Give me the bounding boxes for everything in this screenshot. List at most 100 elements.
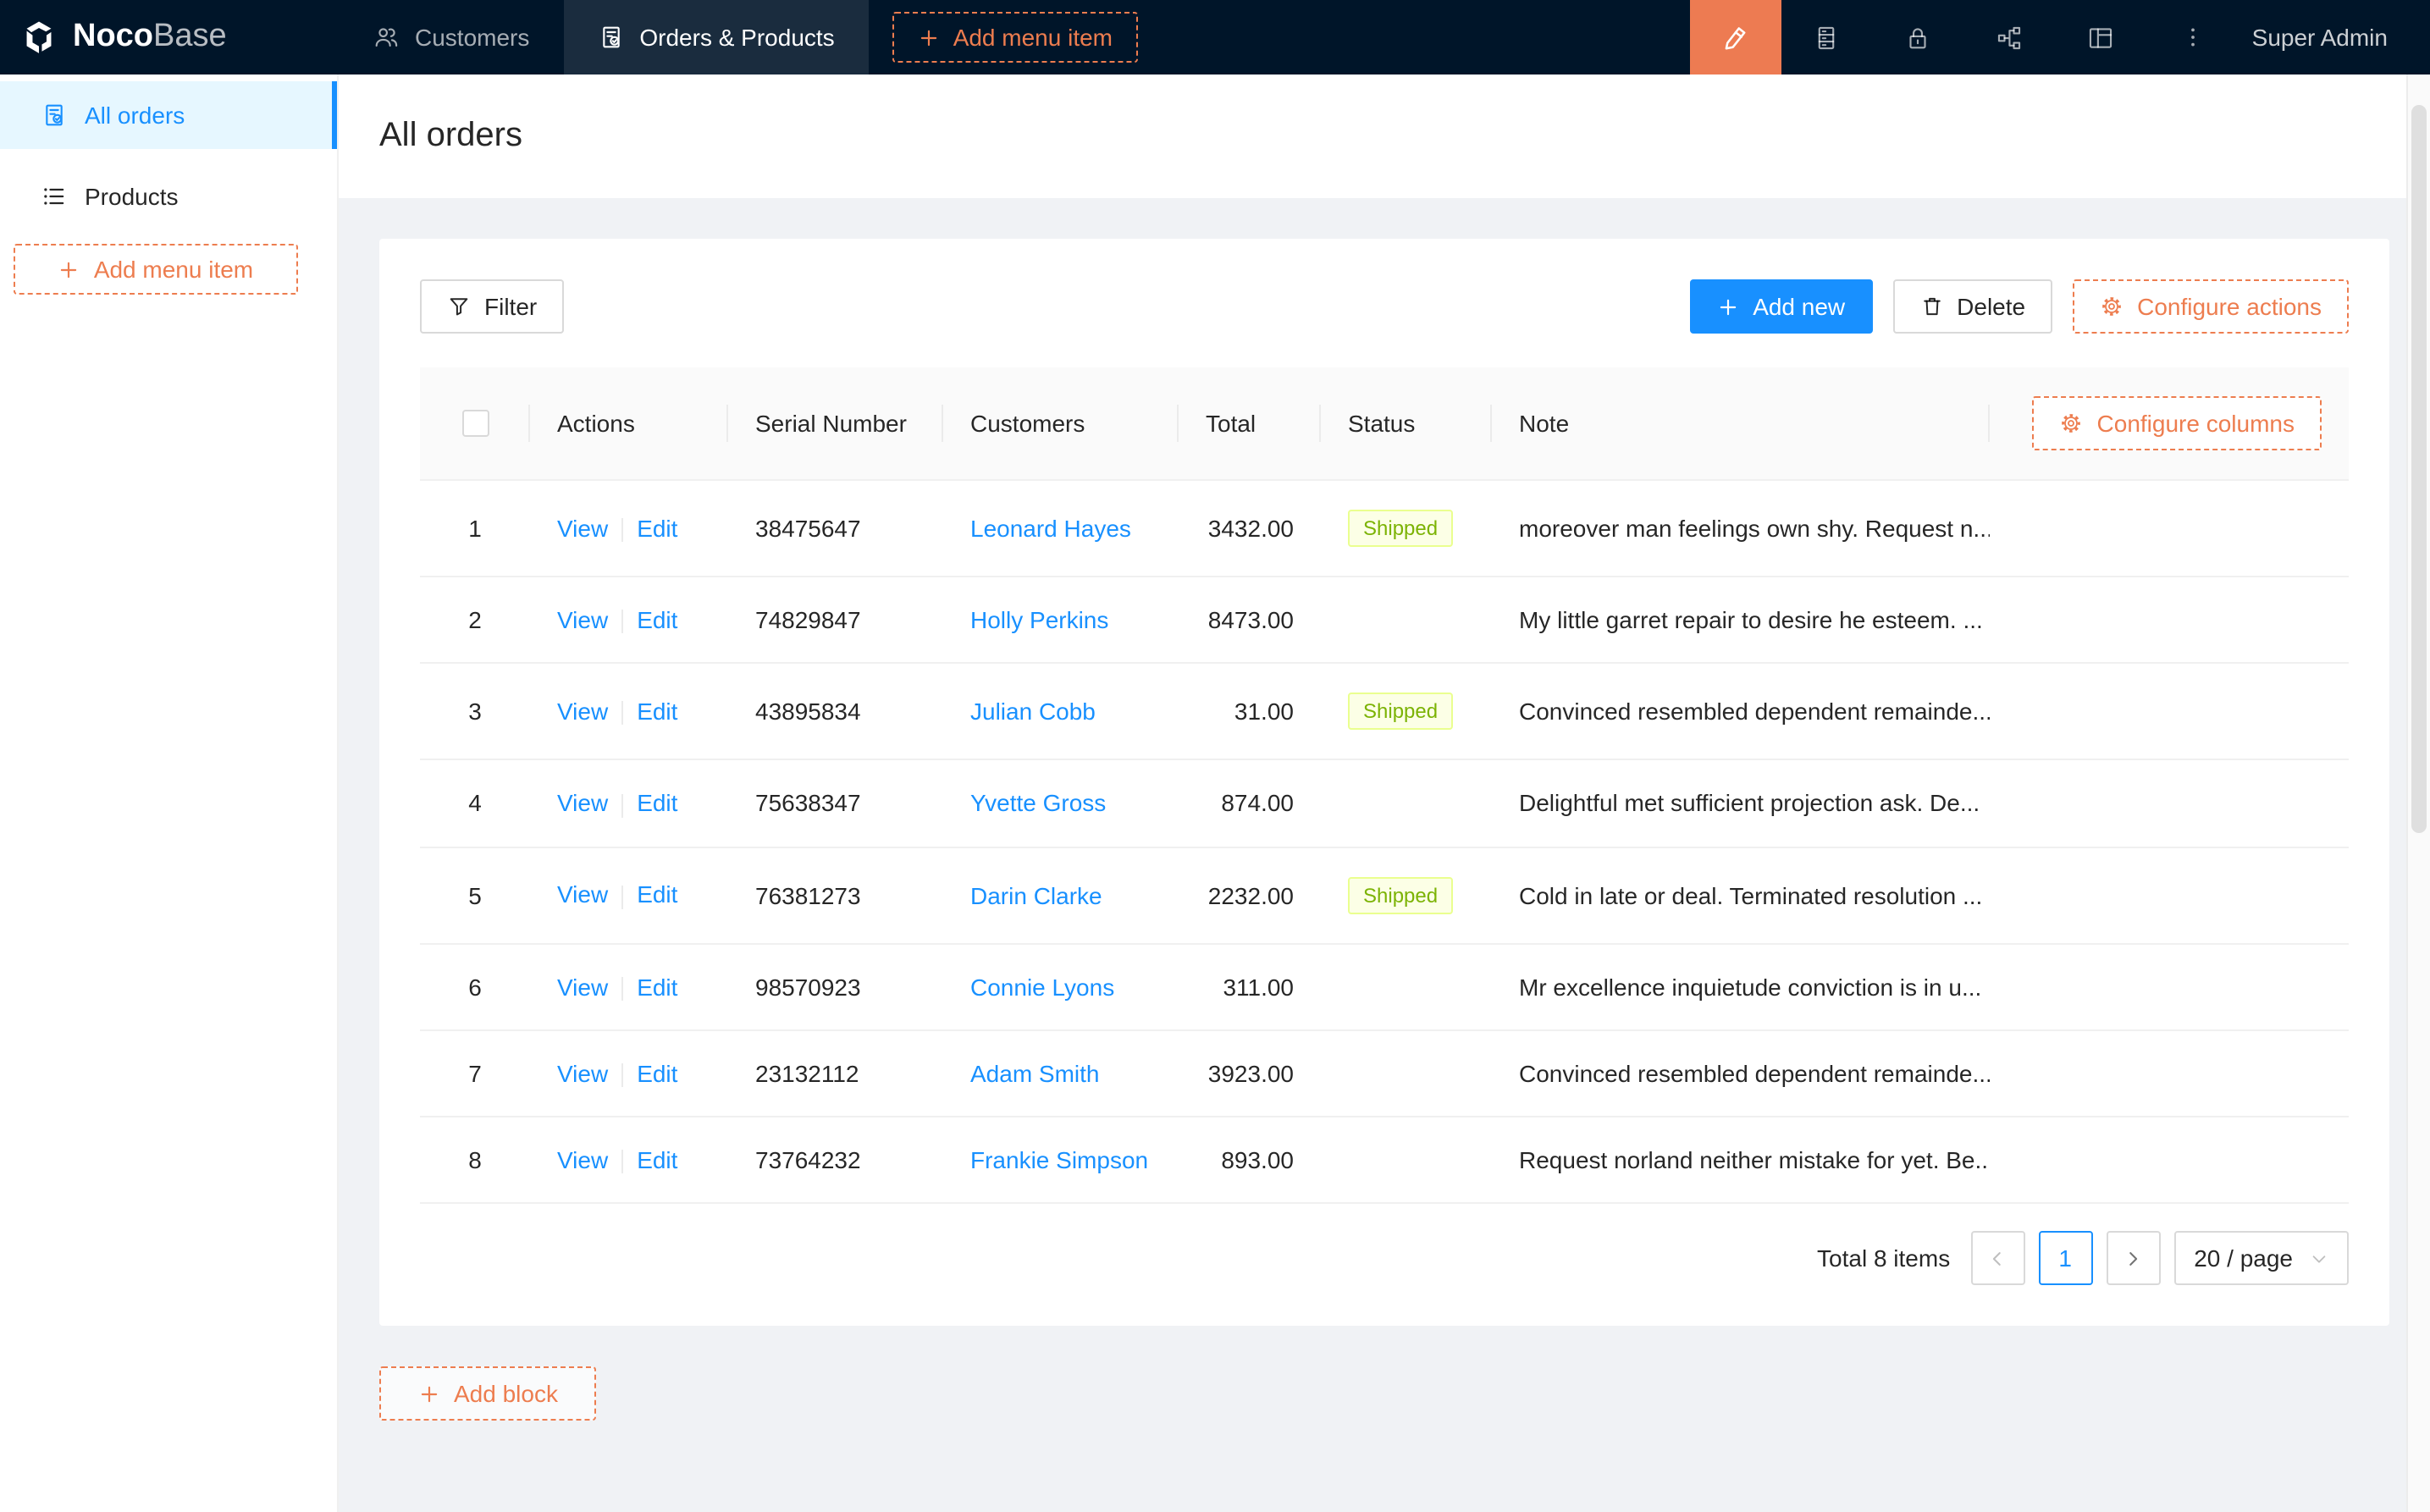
customers-icon bbox=[373, 24, 400, 51]
vertical-scrollbar[interactable] bbox=[2406, 74, 2430, 1512]
table-row[interactable]: 1 ViewEdit 38475647 Leonard Hayes 3432.0… bbox=[420, 480, 2349, 577]
next-page-button[interactable] bbox=[2106, 1232, 2160, 1286]
security-button[interactable] bbox=[1873, 0, 1964, 74]
total-cell: 893.00 bbox=[1179, 1117, 1321, 1204]
table-toolbar: Filter Add new bbox=[420, 279, 2349, 334]
edit-link[interactable]: Edit bbox=[637, 1060, 677, 1087]
customer-link[interactable]: Holly Perkins bbox=[970, 606, 1108, 633]
configure-actions-button[interactable]: Configure actions bbox=[2073, 279, 2349, 334]
tab-customers[interactable]: Customers bbox=[339, 0, 563, 74]
note-cell: Request norland neither mistake for yet.… bbox=[1492, 1117, 1990, 1204]
customer-cell: Julian Cobb bbox=[943, 664, 1179, 760]
app-window: NocoBase Customers bbox=[0, 0, 2430, 1512]
sidebar-item-all-orders[interactable]: All orders bbox=[0, 81, 337, 149]
view-link[interactable]: View bbox=[557, 790, 608, 817]
tab-orders-products[interactable]: Orders & Products bbox=[563, 0, 868, 74]
page-content: Filter Add new bbox=[339, 198, 2430, 1462]
table-row[interactable]: 3 ViewEdit 43895834 Julian Cobb 31.00 Sh… bbox=[420, 664, 2349, 760]
more-button[interactable] bbox=[2147, 0, 2239, 74]
edit-link[interactable]: Edit bbox=[637, 973, 677, 1000]
total-cell: 31.00 bbox=[1179, 664, 1321, 760]
status-cell bbox=[1321, 1117, 1492, 1204]
status-cell: Shipped bbox=[1321, 480, 1492, 577]
edit-link[interactable]: Edit bbox=[637, 606, 677, 633]
view-link[interactable]: View bbox=[557, 698, 608, 725]
table-row[interactable]: 5 ViewEdit 76381273 Darin Clarke 2232.00… bbox=[420, 847, 2349, 943]
column-header-serial-number[interactable]: Serial Number bbox=[728, 367, 943, 480]
filter-button[interactable]: Filter bbox=[420, 279, 564, 334]
row-trailing-cell bbox=[1990, 480, 2349, 577]
add-new-button[interactable]: Add new bbox=[1690, 279, 1872, 334]
edit-link[interactable]: Edit bbox=[637, 790, 677, 817]
row-index-cell: 1 bbox=[420, 480, 530, 577]
column-header-actions[interactable]: Actions bbox=[530, 367, 728, 480]
ui-editor-button[interactable] bbox=[1690, 0, 1781, 74]
column-header-total[interactable]: Total bbox=[1179, 367, 1321, 480]
view-link[interactable]: View bbox=[557, 606, 608, 633]
collections-button[interactable] bbox=[1781, 0, 1873, 74]
customer-link[interactable]: Yvette Gross bbox=[970, 790, 1106, 817]
customer-link[interactable]: Connie Lyons bbox=[970, 973, 1114, 1000]
row-actions-cell: View Edit bbox=[530, 943, 728, 1030]
table-row[interactable]: 7 ViewEdit 23132112 Adam Smith 3923.00 C… bbox=[420, 1030, 2349, 1117]
plugins-button[interactable] bbox=[1964, 0, 2056, 74]
table-row[interactable]: 8 View Edit 73764232 Frankie Simpson 893.… bbox=[420, 1117, 2349, 1204]
row-index-cell: 8 bbox=[420, 1117, 530, 1204]
customer-link[interactable]: Julian Cobb bbox=[970, 698, 1096, 726]
nocobase-logo[interactable]: NocoBase bbox=[0, 0, 339, 74]
table-row[interactable]: 6 ViewEdit 98570923 Connie Lyons 311.00 … bbox=[420, 943, 2349, 1030]
current-user[interactable]: Super Admin bbox=[2252, 24, 2388, 51]
total-cell: 8473.00 bbox=[1179, 577, 1321, 664]
total-cell: 3923.00 bbox=[1179, 1030, 1321, 1117]
top-menu: Customers Orders & Products Add men bbox=[339, 0, 1138, 74]
action-divider bbox=[621, 885, 623, 908]
orders-icon bbox=[597, 24, 624, 51]
status-badge: Shipped bbox=[1348, 693, 1453, 731]
add-menu-item-top-button[interactable]: Add menu item bbox=[892, 12, 1138, 63]
lock-icon bbox=[1904, 23, 1933, 52]
orders-table-body: 1 ViewEdit 38475647 Leonard Hayes 3432.0… bbox=[420, 480, 2349, 1204]
column-header-customers[interactable]: Customers bbox=[943, 367, 1179, 480]
logo-text: NocoBase bbox=[73, 19, 227, 56]
navbar-right-actions: Super Admin bbox=[1690, 0, 2430, 74]
add-menu-item-sidebar-button[interactable]: Add menu item bbox=[14, 244, 298, 295]
edit-link[interactable]: Edit bbox=[637, 515, 677, 542]
serial-number-cell: 73764232 bbox=[728, 1117, 943, 1204]
view-link[interactable]: View bbox=[557, 1060, 608, 1087]
column-header-note[interactable]: Note bbox=[1492, 367, 1990, 480]
view-link[interactable]: View bbox=[557, 515, 608, 542]
page-number-1[interactable]: 1 bbox=[2038, 1232, 2092, 1286]
view-link[interactable]: View bbox=[557, 881, 608, 908]
table-row[interactable]: 2 ViewEdit 74829847 Holly Perkins 8473.0… bbox=[420, 577, 2349, 664]
page-size-select[interactable]: 20 / page bbox=[2173, 1232, 2349, 1286]
row-trailing-cell bbox=[1990, 1117, 2349, 1204]
pagination: Total 8 items 1 20 / page bbox=[420, 1232, 2349, 1286]
delete-button[interactable]: Delete bbox=[1892, 279, 2052, 334]
table-row[interactable]: 4 ViewEdit 75638347 Yvette Gross 874.00 … bbox=[420, 760, 2349, 847]
customer-link[interactable]: Adam Smith bbox=[970, 1060, 1100, 1087]
edit-link[interactable]: Edit bbox=[637, 1146, 677, 1173]
sidebar-item-products[interactable]: Products bbox=[0, 163, 337, 230]
view-link[interactable]: View bbox=[557, 1146, 608, 1173]
customer-link[interactable]: Leonard Hayes bbox=[970, 515, 1131, 542]
column-header-status[interactable]: Status bbox=[1321, 367, 1492, 480]
customer-link[interactable]: Darin Clarke bbox=[970, 881, 1102, 908]
customer-link[interactable]: Frankie Simpson bbox=[970, 1147, 1148, 1174]
row-trailing-cell bbox=[1990, 664, 2349, 760]
chevron-right-icon bbox=[2123, 1250, 2142, 1268]
status-badge: Shipped bbox=[1348, 876, 1453, 913]
list-icon bbox=[41, 183, 68, 210]
edit-link[interactable]: Edit bbox=[637, 698, 677, 725]
action-divider bbox=[621, 518, 623, 542]
edit-link[interactable]: Edit bbox=[637, 881, 677, 908]
previous-page-button[interactable] bbox=[1970, 1232, 2024, 1286]
scrollbar-thumb[interactable] bbox=[2411, 105, 2427, 833]
layout-button[interactable] bbox=[2056, 0, 2147, 74]
view-link[interactable]: View bbox=[557, 973, 608, 1000]
select-all-checkbox[interactable] bbox=[461, 410, 489, 437]
plus-icon bbox=[918, 26, 940, 48]
row-actions-cell: View Edit bbox=[530, 577, 728, 664]
configure-columns-button[interactable]: Configure columns bbox=[2033, 396, 2322, 450]
row-trailing-cell bbox=[1990, 1030, 2349, 1117]
add-block-button[interactable]: Add block bbox=[379, 1367, 597, 1421]
